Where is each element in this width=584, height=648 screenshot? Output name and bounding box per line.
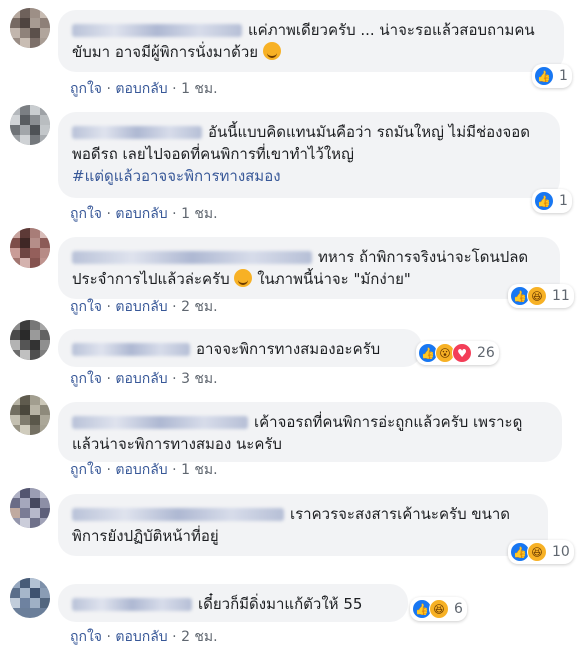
- commenter-name[interactable]: [72, 343, 190, 356]
- separator: ·: [106, 462, 111, 478]
- reply-link[interactable]: ตอบกลับ: [115, 462, 167, 478]
- commenter-name[interactable]: [72, 508, 284, 521]
- comment-text-continued: ในภาพนี้น่าจะ "มักง่าย": [257, 270, 411, 288]
- comment-bubble: แค่ภาพเดียวครับ ... น่าจะรอแล้วสอบถามคนข…: [58, 10, 564, 72]
- reaction-count: 1: [559, 68, 568, 84]
- separator: ·: [106, 371, 111, 387]
- reply-link[interactable]: ตอบกลับ: [115, 299, 167, 315]
- timestamp[interactable]: 1 ชม.: [181, 462, 218, 478]
- like-link[interactable]: ถูกใจ: [70, 299, 102, 315]
- avatar[interactable]: [10, 395, 50, 435]
- reaction-summary[interactable]: 👍 😆 6: [410, 597, 467, 621]
- comment-text: อาจจะพิการทางสมองอะครับ: [196, 340, 381, 358]
- comment-bubble: เราควรจะสงสารเค้านะครับ ขนาดพิการยังปฏิบ…: [58, 494, 548, 556]
- commenter-name[interactable]: [72, 251, 312, 264]
- thumbs-up-icon: 👍: [534, 66, 554, 86]
- comment-bubble: เค้าจอรถที่คนพิการอ่ะถูกแล้วครับ เพราะดู…: [58, 402, 562, 462]
- reply-link[interactable]: ตอบกลับ: [115, 81, 167, 97]
- separator: ·: [172, 462, 177, 478]
- timestamp[interactable]: 2 ชม.: [181, 299, 218, 315]
- avatar[interactable]: [10, 578, 50, 618]
- separator: ·: [106, 299, 111, 315]
- reaction-count: 6: [454, 601, 463, 617]
- timestamp[interactable]: 1 ชม.: [181, 206, 218, 222]
- relieved-face-icon: [234, 269, 253, 287]
- timestamp[interactable]: 2 ชม.: [181, 629, 218, 645]
- commenter-name[interactable]: [72, 126, 202, 139]
- laughing-face-icon: 😆: [429, 599, 449, 619]
- thumbs-up-icon: 👍: [534, 191, 554, 211]
- laughing-face-icon: 😆: [527, 286, 547, 306]
- reply-link[interactable]: ตอบกลับ: [115, 371, 167, 387]
- comment-text: เดี๋ยวก็มีดิ่งมาแก้ตัวให้ 55: [198, 595, 363, 613]
- heart-icon: ♥: [452, 343, 472, 363]
- hashtag-link[interactable]: #แต่ดูแล้วอาจจะพิการทางสมอง: [72, 167, 281, 185]
- separator: ·: [172, 629, 177, 645]
- avatar[interactable]: [10, 8, 50, 48]
- separator: ·: [172, 81, 177, 97]
- reaction-summary[interactable]: 👍 1: [532, 64, 572, 88]
- comment-actions: ถูกใจ · ตอบกลับ · 1 ชม.: [70, 203, 218, 225]
- avatar[interactable]: [10, 105, 50, 145]
- separator: ·: [172, 371, 177, 387]
- separator: ·: [106, 206, 111, 222]
- reaction-count: 11: [552, 288, 570, 304]
- like-link[interactable]: ถูกใจ: [70, 629, 102, 645]
- comment-bubble: เดี๋ยวก็มีดิ่งมาแก้ตัวให้ 55: [58, 584, 408, 622]
- avatar[interactable]: [10, 488, 50, 528]
- like-link[interactable]: ถูกใจ: [70, 462, 102, 478]
- like-link[interactable]: ถูกใจ: [70, 206, 102, 222]
- comment-bubble: ทหาร ถ้าพิการจริงน่าจะโดนปลดประจำการไปแล…: [58, 237, 560, 299]
- reaction-summary[interactable]: 👍 😆 11: [508, 284, 574, 308]
- comment-bubble: อันนี้แบบคิดแทนมันคือว่า รถมันใหญ่ ไม่มี…: [58, 112, 560, 198]
- like-link[interactable]: ถูกใจ: [70, 371, 102, 387]
- avatar[interactable]: [10, 228, 50, 268]
- reaction-count: 1: [559, 193, 568, 209]
- separator: ·: [172, 206, 177, 222]
- timestamp[interactable]: 3 ชม.: [181, 371, 218, 387]
- comment-bubble: อาจจะพิการทางสมองอะครับ: [58, 329, 422, 367]
- avatar[interactable]: [10, 320, 50, 360]
- crying-face-icon: [262, 42, 281, 60]
- reply-link[interactable]: ตอบกลับ: [115, 629, 167, 645]
- commenter-name[interactable]: [72, 598, 192, 611]
- comment-actions: ถูกใจ · ตอบกลับ · 3 ชม.: [70, 368, 218, 390]
- reaction-count: 26: [477, 345, 495, 361]
- laughing-face-icon: 😆: [527, 542, 547, 562]
- comment-actions: ถูกใจ · ตอบกลับ · 1 ชม.: [70, 459, 218, 481]
- comment-actions: ถูกใจ · ตอบกลับ · 2 ชม.: [70, 626, 218, 648]
- comment-actions: ถูกใจ · ตอบกลับ · 1 ชม.: [70, 78, 218, 100]
- reaction-summary[interactable]: 👍 😮 ♥ 26: [416, 341, 499, 365]
- like-link[interactable]: ถูกใจ: [70, 81, 102, 97]
- separator: ·: [106, 81, 111, 97]
- comment-actions: ถูกใจ · ตอบกลับ · 2 ชม.: [70, 296, 218, 318]
- reaction-summary[interactable]: 👍 1: [532, 189, 572, 213]
- separator: ·: [172, 299, 177, 315]
- separator: ·: [106, 629, 111, 645]
- timestamp[interactable]: 1 ชม.: [181, 81, 218, 97]
- reaction-count: 10: [552, 544, 570, 560]
- reaction-summary[interactable]: 👍 😆 10: [508, 540, 574, 564]
- commenter-name[interactable]: [72, 24, 242, 37]
- reply-link[interactable]: ตอบกลับ: [115, 206, 167, 222]
- commenter-name[interactable]: [72, 416, 248, 429]
